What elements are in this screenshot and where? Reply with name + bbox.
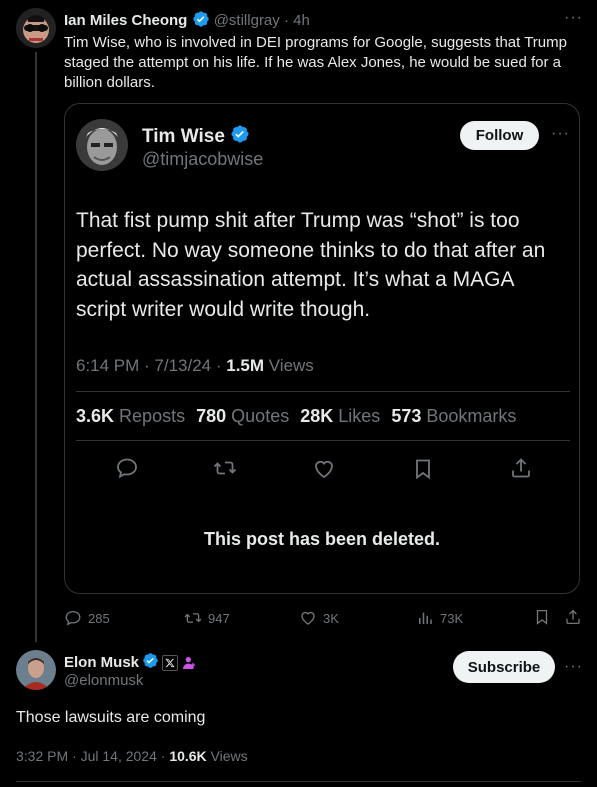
quoted-more-button[interactable]: ··· <box>551 125 570 143</box>
like-count: 3K <box>323 610 339 626</box>
x-affiliate-badge-icon[interactable] <box>162 654 179 671</box>
likes-count: 28K <box>300 406 334 426</box>
outer-reply-action[interactable]: 285 <box>64 609 110 627</box>
outer-text-line: Tim Wise, who is involved in DEI program… <box>64 34 567 51</box>
quoted-author-name[interactable]: Tim Wise <box>142 126 225 147</box>
reply-meta: 3:32 PM · Jul 14, 2024 · 10.6K Views <box>16 748 248 764</box>
quotes-label: Quotes <box>231 406 290 426</box>
verified-badge-icon <box>230 124 250 150</box>
thread-connector <box>35 52 37 642</box>
outer-repost-action[interactable]: 947 <box>184 609 230 627</box>
avatar-elon-musk[interactable] <box>16 650 56 690</box>
quoted-handle[interactable]: @timjacobwise <box>142 149 263 170</box>
reply-author-row: Elon Musk <box>64 652 197 673</box>
like-icon[interactable] <box>312 457 334 479</box>
outer-text-line: billion dollars. <box>64 74 155 91</box>
reply-author-name[interactable]: Elon Musk <box>64 654 139 671</box>
repost-icon[interactable] <box>213 456 237 478</box>
quoted-text-line: perfect. No way someone thinks to do tha… <box>76 238 546 262</box>
reposts-label: Reposts <box>119 406 186 426</box>
outer-handle[interactable]: @stillgray <box>214 12 280 29</box>
views-icon <box>419 612 432 624</box>
bookmarks-stat[interactable]: 573 Bookmarks <box>391 406 516 426</box>
outer-text-line: staged the attempt on his life. If he wa… <box>64 54 561 71</box>
outer-author-name[interactable]: Ian Miles Cheong <box>64 12 187 29</box>
follow-button[interactable]: Follow <box>460 121 539 150</box>
quotes-stat[interactable]: 780 Quotes <box>196 406 289 426</box>
bookmark-icon[interactable] <box>411 457 433 480</box>
outer-post-text: Tim Wise, who is involved in DEI program… <box>64 33 589 93</box>
bookmark-icon[interactable] <box>533 608 551 626</box>
quoted-text-line: That fist pump shit after Trump was “sho… <box>76 209 520 232</box>
reply-more-button[interactable]: ··· <box>564 658 583 676</box>
reply-views-count: 10.6K <box>169 748 207 764</box>
divider <box>76 440 570 441</box>
reposts-stat[interactable]: 3.6K Reposts <box>76 406 185 426</box>
likes-label: Likes <box>338 406 381 426</box>
quoted-stats: 3.6K Reposts 780 Quotes 28K Likes 573 Bo… <box>76 406 516 427</box>
quotes-count: 780 <box>196 406 227 426</box>
separator-dot: · <box>283 11 289 29</box>
share-icon[interactable] <box>564 608 582 626</box>
outer-like-action[interactable]: 3K <box>299 609 339 627</box>
quoted-timestamp[interactable]: 6:14 PM · 7/13/24 · <box>76 356 226 375</box>
divider <box>76 391 570 392</box>
reply-text: Those lawsuits are coming <box>16 709 206 726</box>
likes-stat[interactable]: 28K Likes <box>300 406 380 426</box>
share-icon[interactable] <box>509 456 531 478</box>
outer-time[interactable]: 4h <box>293 12 310 29</box>
reply-timestamp[interactable]: 3:32 PM · Jul 14, 2024 · <box>16 748 169 764</box>
bookmarks-count: 573 <box>391 406 422 426</box>
quoted-text-line: script writer would write though. <box>76 297 371 321</box>
verified-badge-icon <box>192 10 210 32</box>
outer-views-action[interactable]: 73K <box>416 609 463 627</box>
reply-icon <box>65 610 81 626</box>
outer-post-header: Ian Miles Cheong @stillgray · 4h <box>64 10 310 32</box>
reposts-count: 3.6K <box>76 406 115 426</box>
views-count: 73K <box>440 610 464 626</box>
quoted-author-row: Tim Wise <box>142 124 250 150</box>
quoted-views-count: 1.5M <box>226 356 265 375</box>
user-badge-icon[interactable] <box>181 655 197 671</box>
deleted-notice: This post has been deleted. <box>203 529 441 549</box>
quoted-post-text: That fist pump shit after Trump was “sho… <box>76 206 571 324</box>
reply-count: 285 <box>88 610 110 626</box>
avatar-ian-miles-cheong[interactable] <box>16 8 56 48</box>
avatar-tim-wise[interactable] <box>76 119 128 171</box>
subscribe-button[interactable]: Subscribe <box>453 651 555 683</box>
quoted-meta: 6:14 PM · 7/13/24 · 1.5M Views <box>76 356 314 376</box>
outer-more-button[interactable]: ··· <box>564 9 583 27</box>
bookmarks-label: Bookmarks <box>426 406 517 426</box>
divider <box>16 781 581 782</box>
reply-handle[interactable]: @elonmusk <box>64 672 143 689</box>
reply-views-label: Views <box>206 748 248 764</box>
quoted-post-card[interactable] <box>64 103 580 594</box>
repost-icon <box>184 613 202 623</box>
like-icon <box>301 611 315 625</box>
repost-count: 947 <box>208 610 230 626</box>
quoted-views-label: Views <box>264 356 314 375</box>
quoted-text-line: actual assassination attempt. It’s what … <box>76 268 515 291</box>
verified-badge-icon <box>142 652 159 673</box>
reply-icon[interactable] <box>115 456 137 479</box>
